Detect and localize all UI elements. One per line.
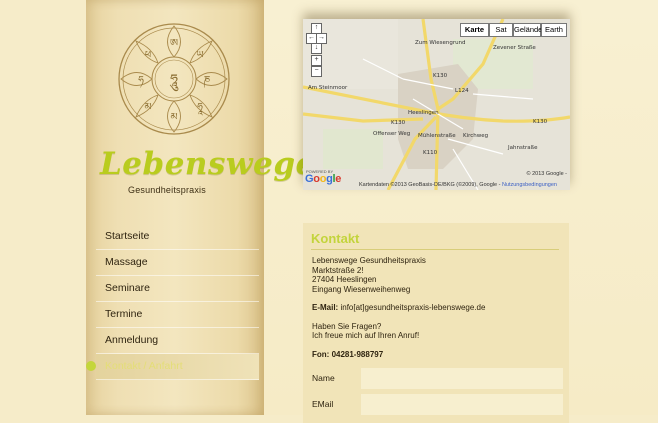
map-terms-link[interactable]: Nutzungsbedingungen xyxy=(502,182,557,188)
phone-label: Fon: xyxy=(312,349,330,359)
svg-text:ཡ: ཡ xyxy=(196,50,203,61)
title-divider xyxy=(311,249,559,250)
svg-text:ཧཱ: ཧཱ xyxy=(197,102,203,116)
map-pan-down-icon[interactable]: ↓ xyxy=(311,43,322,54)
svg-text:L124: L124 xyxy=(455,88,469,94)
svg-text:ཧཱུ: ཧཱུ xyxy=(169,72,179,92)
contact-title: Kontakt xyxy=(311,231,360,246)
mandala-logo: ཨ མ ཧ ཎ ཕ ཡ མ ཧཱ ཧཱུ xyxy=(118,23,230,135)
email-label: E-Mail: xyxy=(312,303,339,312)
map-footer: Kartendaten ©2013 GeoBasis-DE/BKG (©2009… xyxy=(359,182,557,188)
svg-text:མ: མ xyxy=(170,112,177,123)
nav-item-anmeldung[interactable]: Anmeldung xyxy=(96,328,259,354)
nav-item-startseite[interactable]: Startseite xyxy=(96,224,259,250)
email-form-label: EMail xyxy=(312,399,334,409)
svg-text:K130: K130 xyxy=(533,119,548,125)
address-line: Lebenswege Gesundheitspraxis xyxy=(312,256,426,265)
svg-text:Offenser Weg: Offenser Weg xyxy=(373,131,410,137)
google-map[interactable]: Heeslingen K130 K130 K130 L124 K110 Am S… xyxy=(303,19,570,190)
map-type-earth[interactable]: Earth xyxy=(541,23,567,37)
svg-text:ཎ: ཎ xyxy=(204,75,211,88)
svg-text:K110: K110 xyxy=(423,150,438,156)
svg-text:Zum Wiesengrund: Zum Wiesengrund xyxy=(415,40,466,46)
svg-text:ཨ: ཨ xyxy=(170,38,178,49)
nav-item-kontakt[interactable]: Kontakt / Anfahrt xyxy=(86,354,259,380)
nav-item-termine[interactable]: Termine xyxy=(96,302,259,328)
map-label-town: Heeslingen xyxy=(408,110,439,116)
svg-text:Kirchweg: Kirchweg xyxy=(463,133,488,139)
map-copyright: © 2013 Google - xyxy=(526,171,567,177)
svg-text:K130: K130 xyxy=(433,73,448,79)
map-canvas[interactable]: Heeslingen K130 K130 K130 L124 K110 Am S… xyxy=(303,19,570,190)
address-line: Eingang Wiesenweihenweg xyxy=(312,284,411,294)
svg-text:ཧ: ཧ xyxy=(138,75,144,88)
question-line: Ich freue mich auf Ihren Anruf! xyxy=(312,331,420,340)
map-type-karte[interactable]: Karte xyxy=(460,23,489,37)
email-field[interactable] xyxy=(361,394,563,415)
svg-text:མ: མ xyxy=(144,102,151,113)
map-type-gelaende[interactable]: Gelände xyxy=(513,23,542,37)
map-zoom-in-icon[interactable]: + xyxy=(311,55,322,66)
name-label: Name xyxy=(312,373,335,383)
nav-item-massage[interactable]: Massage xyxy=(96,250,259,276)
brand-name: Lebenswege xyxy=(100,146,316,182)
contact-panel: Kontakt Lebenswege Gesundheitspraxis Mar… xyxy=(303,223,569,423)
map-zoom-out-icon[interactable]: − xyxy=(311,66,322,77)
address-line: 27404 Heeslingen xyxy=(312,275,377,284)
contact-details: Lebenswege Gesundheitspraxis Marktstraße… xyxy=(312,256,485,368)
map-footer-text: Kartendaten ©2013 GeoBasis-DE/BKG (©2009… xyxy=(359,182,501,188)
phone-value: 04281-988797 xyxy=(331,349,384,359)
question-line: Haben Sie Fragen? xyxy=(312,321,382,331)
map-type-sat[interactable]: Sat xyxy=(489,23,513,37)
google-logo[interactable]: Google xyxy=(305,173,341,185)
brand-subtitle: Gesundheitspraxis xyxy=(128,185,206,195)
nav-item-seminare[interactable]: Seminare xyxy=(96,276,259,302)
svg-text:Zevener Straße: Zevener Straße xyxy=(493,45,536,51)
address-line: Marktstraße 2! xyxy=(312,265,364,275)
email-value: info[at]gesundheitspraxis-lebenswege.de xyxy=(340,303,486,312)
svg-text:Am Steinmoor: Am Steinmoor xyxy=(308,85,348,91)
svg-text:Mühlenstraße: Mühlenstraße xyxy=(418,133,456,139)
main-nav: Startseite Massage Seminare Termine Anme… xyxy=(86,224,259,380)
svg-text:ཕ: ཕ xyxy=(145,50,151,61)
name-field[interactable] xyxy=(361,368,563,389)
svg-text:K130: K130 xyxy=(391,120,406,126)
svg-text:Jahnstraße: Jahnstraße xyxy=(507,145,538,151)
